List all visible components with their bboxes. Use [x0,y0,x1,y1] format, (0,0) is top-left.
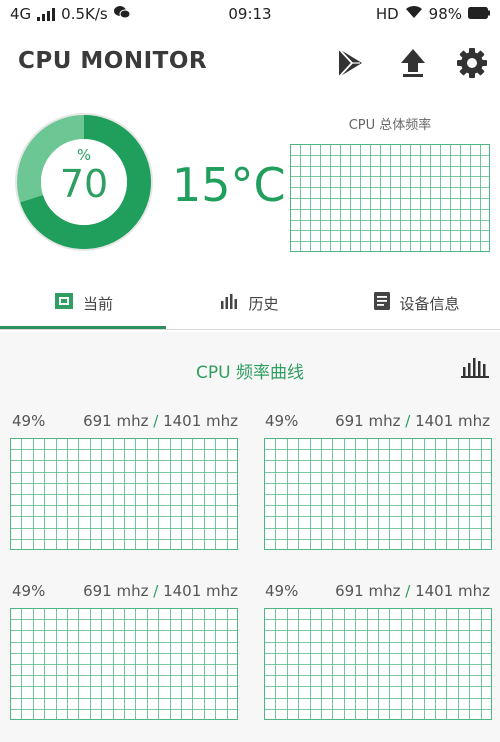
core-4-graph [264,608,492,720]
separator: / [148,582,164,600]
core-2-usage: 49% [265,412,299,430]
battery-level: 98% [428,5,462,23]
core-1-max-freq: 1401 mhz [163,412,238,430]
upload-icon[interactable] [396,46,430,80]
hd-indicator: HD [375,5,399,23]
core-4-max-freq: 1401 mhz [415,582,490,600]
core-1-current-freq: 691 mhz [83,412,149,430]
app-title: CPU MONITOR [18,48,208,74]
core-1-frequency: 691 mhz / 1401 mhz [80,412,238,430]
core-2-frequency: 691 mhz / 1401 mhz [330,412,490,430]
document-icon [373,291,391,315]
core-3-graph [10,608,238,720]
core-3-usage: 49% [12,582,46,600]
core-2-current-freq: 691 mhz [335,412,401,430]
separator: / [148,412,164,430]
separator: / [400,412,416,430]
cpu-chip-icon [53,291,75,315]
core-1-usage: 49% [12,412,46,430]
core-3-current-freq: 691 mhz [83,582,149,600]
tab-device-info[interactable]: 设备信息 [333,280,500,326]
tab-bar: 当前 历史 设备信息 [0,280,500,330]
battery-icon [468,5,490,23]
core-1-graph [10,438,238,550]
core-3-frequency: 691 mhz / 1401 mhz [80,582,238,600]
play-store-icon[interactable] [333,46,367,80]
total-frequency-graph [290,144,490,252]
chart-toggle-icon[interactable] [460,355,490,383]
tab-history[interactable]: 历史 [166,280,333,326]
gauge-value: 70 [59,162,109,206]
core-4-frequency: 691 mhz / 1401 mhz [330,582,490,600]
tab-device-info-label: 设备信息 [399,294,460,313]
tab-current-label: 当前 [82,294,113,313]
bar-chart-icon [220,293,240,313]
core-3-max-freq: 1401 mhz [163,582,238,600]
tab-current[interactable]: 当前 [0,280,166,326]
core-4-usage: 49% [265,582,299,600]
total-frequency-label: CPU 总体频率 [348,118,432,133]
cpu-temperature: 15°C [172,158,286,212]
tab-divider [0,329,500,330]
core-2-graph [264,438,492,550]
settings-gear-icon[interactable] [455,46,489,80]
core-2-max-freq: 1401 mhz [415,412,490,430]
wifi-icon [405,5,423,23]
status-bar: 4G 0.5K/s 09:13 HD 98% [0,0,500,28]
core-4-current-freq: 691 mhz [335,582,401,600]
separator: / [400,582,416,600]
tab-history-label: 历史 [248,294,279,313]
section-title: CPU 频率曲线 [196,363,304,383]
